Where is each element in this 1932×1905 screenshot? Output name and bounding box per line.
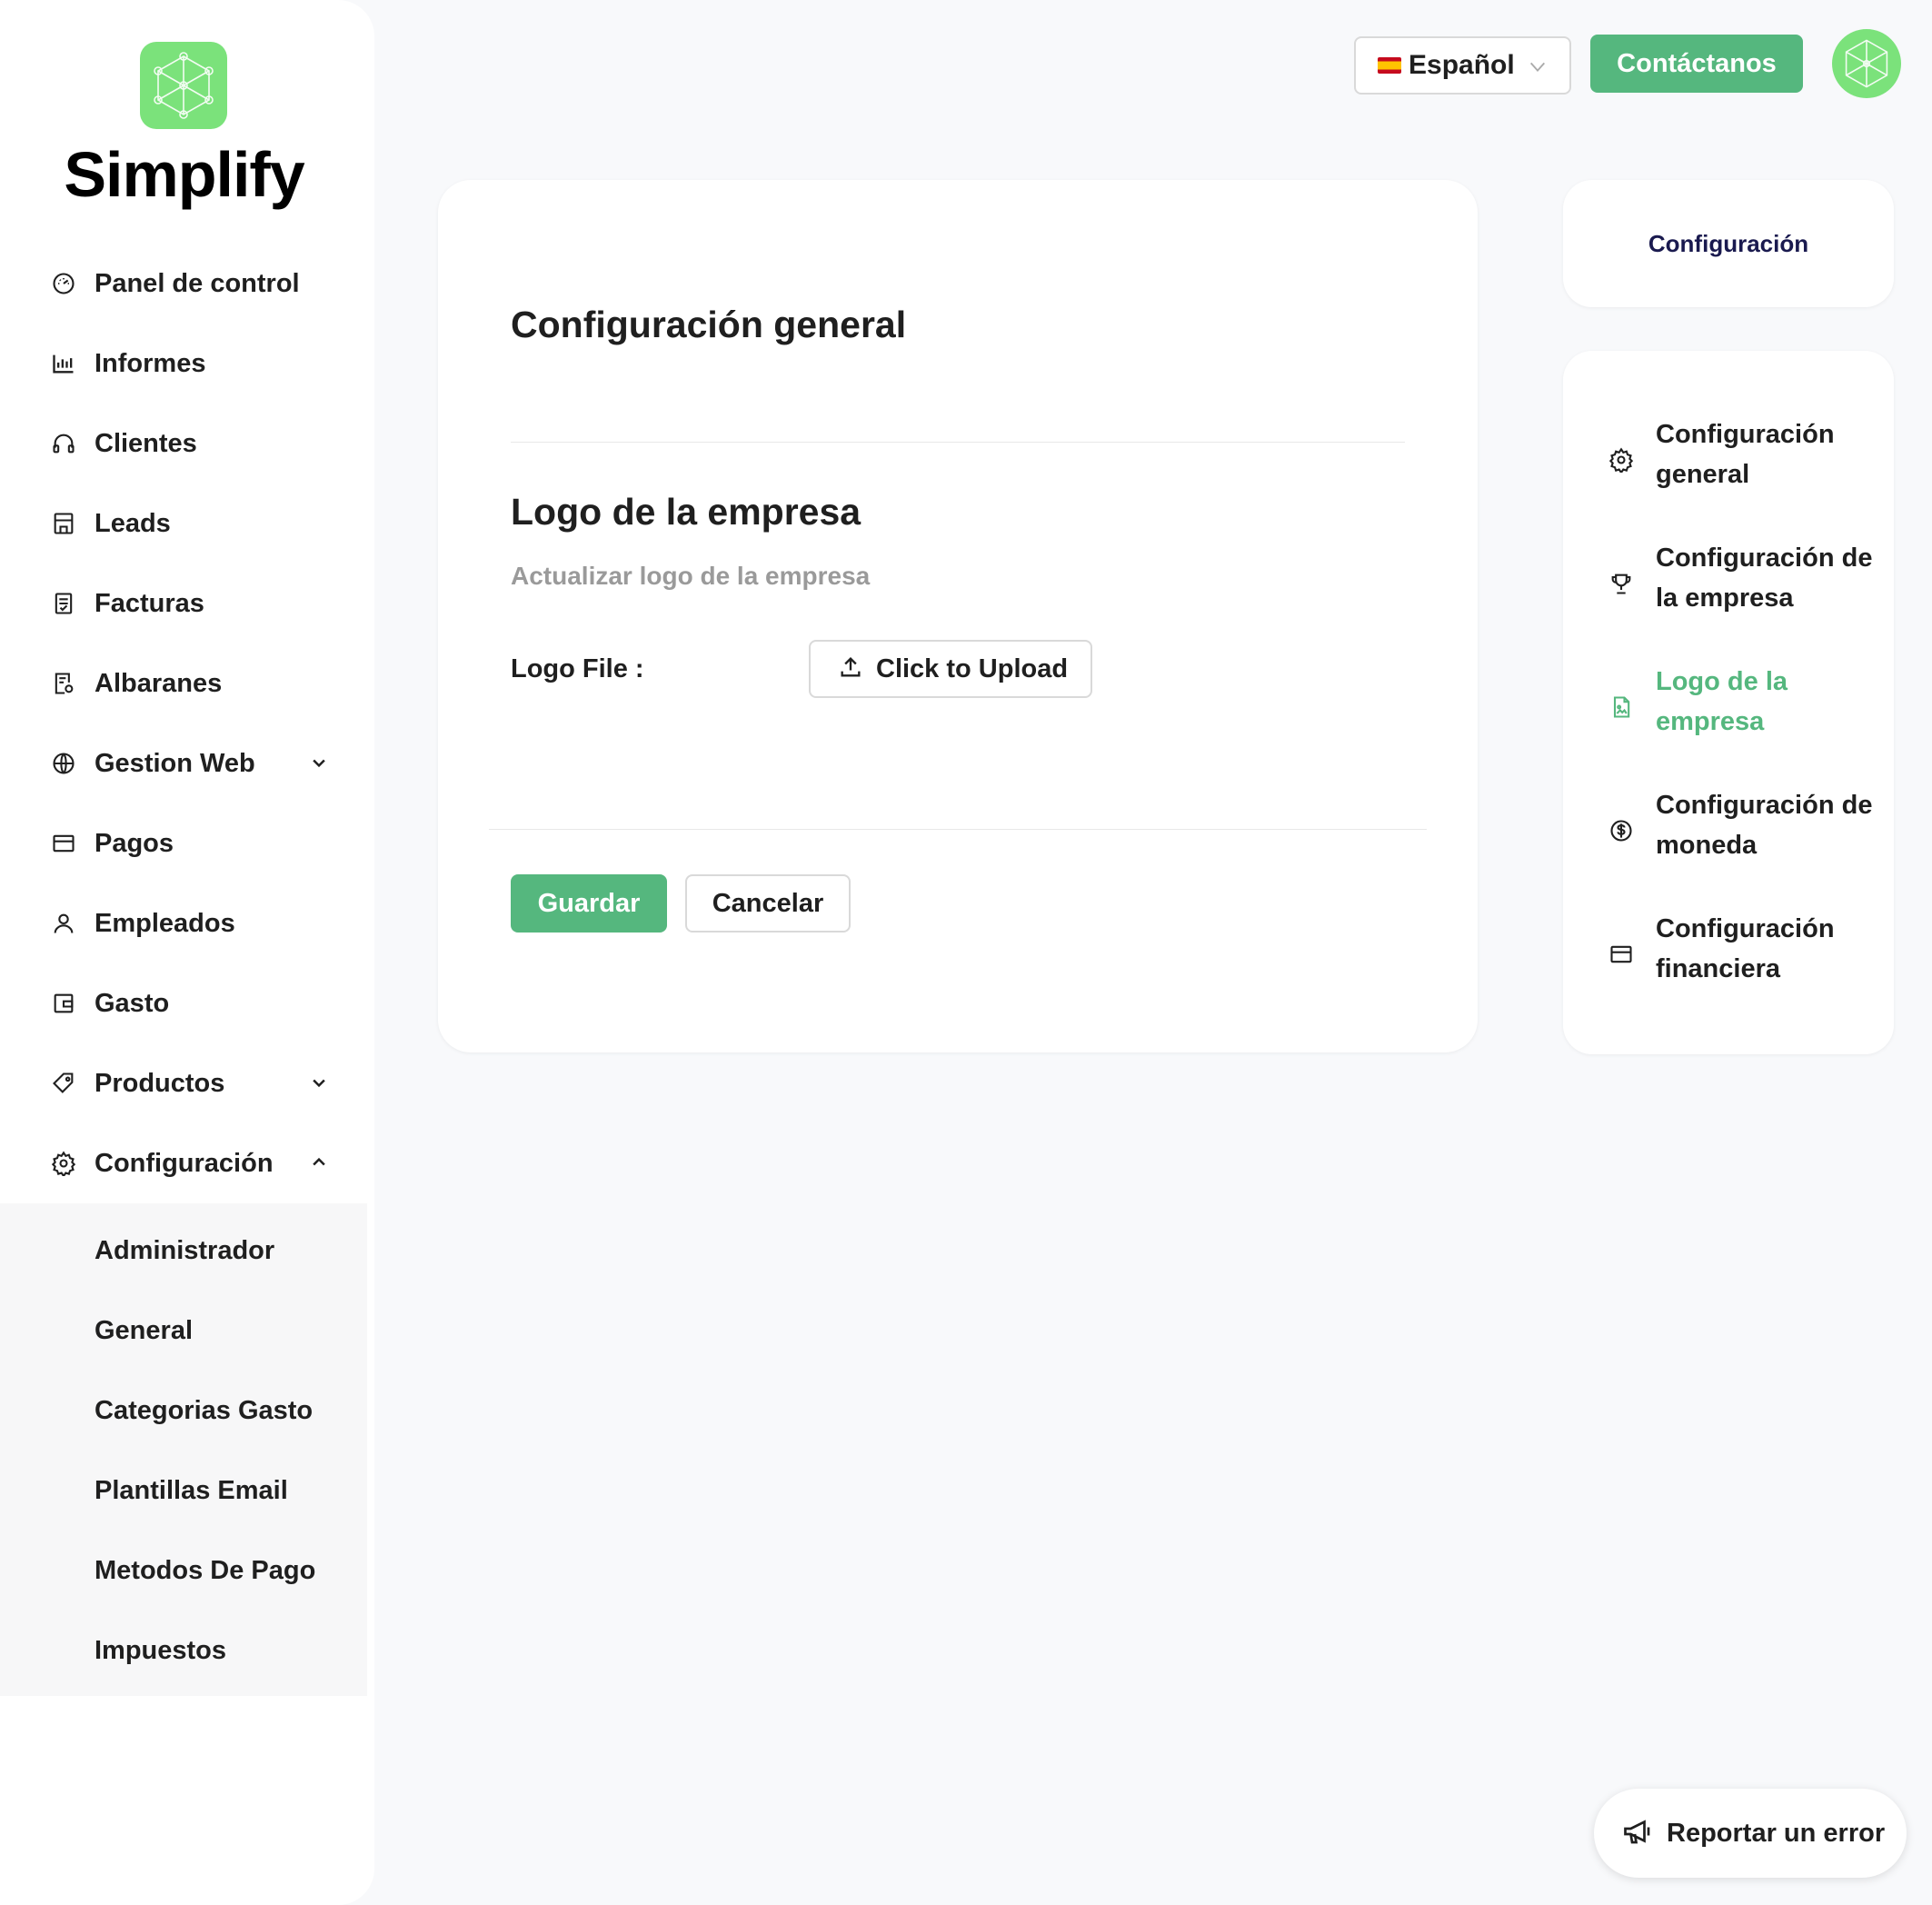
- sidebar-item-gestion-web[interactable]: Gestion Web: [0, 723, 374, 803]
- sidebar-item-label: Albaranes: [95, 668, 223, 698]
- avatar[interactable]: [1832, 29, 1901, 98]
- cube-network-icon: [1845, 39, 1888, 88]
- chevron-down-icon[interactable]: [305, 1069, 333, 1096]
- settings-panel-title: Configuración: [1648, 229, 1809, 257]
- credit-card-icon: [49, 829, 78, 858]
- divider: [489, 829, 1427, 830]
- cancel-button[interactable]: Cancelar: [685, 874, 851, 933]
- settings-menu-item-label: Configuración de moneda: [1656, 791, 1873, 860]
- wallet-icon: [49, 989, 78, 1018]
- sidebar-item-pagos[interactable]: Pagos: [0, 803, 374, 883]
- user-icon: [49, 909, 78, 938]
- language-value: Español: [1409, 50, 1515, 80]
- report-error-button[interactable]: Reportar un error: [1594, 1789, 1907, 1878]
- upload-icon: [838, 654, 863, 684]
- settings-card: Configuración general Logo de la empresa…: [438, 180, 1478, 1052]
- headphones-icon: [49, 429, 78, 458]
- sidebar-item-label: Gasto: [95, 988, 170, 1018]
- megaphone-icon: [1621, 1815, 1654, 1852]
- bar-chart-icon: [49, 349, 78, 378]
- contact-button[interactable]: Contáctanos: [1590, 35, 1803, 93]
- tag-icon: [49, 1069, 78, 1098]
- sidebar-item-facturas[interactable]: Facturas: [0, 564, 374, 643]
- sidebar-item-label: Pagos: [95, 828, 174, 858]
- settings-menu-item-moneda[interactable]: Configuración de moneda: [1563, 785, 1894, 876]
- sidebar-item-label: Empleados: [95, 908, 235, 938]
- settings-menu: Configuración general Configuración de l…: [1563, 351, 1894, 1054]
- report-error-label: Reportar un error: [1667, 1818, 1886, 1848]
- upload-button[interactable]: Click to Upload: [809, 640, 1092, 698]
- submenu-item-plantillas-email[interactable]: Plantillas Email: [0, 1451, 367, 1531]
- settings-menu-item-general[interactable]: Configuración general: [1563, 414, 1894, 505]
- delivery-note-icon: [49, 669, 78, 698]
- settings-menu-item-label: Configuración de la empresa: [1656, 544, 1873, 613]
- sidebar-item-label: Configuración: [95, 1148, 274, 1178]
- spain-flag-icon: [1378, 57, 1401, 74]
- submenu-item-general[interactable]: General: [0, 1291, 367, 1371]
- cube-network-icon: [154, 52, 214, 119]
- dashboard-icon: [49, 269, 78, 298]
- gear-icon: [1607, 445, 1636, 474]
- sidebar-item-label: Leads: [95, 508, 171, 538]
- sidebar-item-gasto[interactable]: Gasto: [0, 963, 374, 1043]
- save-button[interactable]: Guardar: [511, 874, 667, 933]
- page-title: Configuración general: [511, 304, 907, 345]
- sidebar-item-productos[interactable]: Productos: [0, 1043, 374, 1123]
- language-select[interactable]: Español: [1354, 36, 1571, 95]
- sidebar-item-panel-de-control[interactable]: Panel de control: [0, 244, 374, 324]
- chevron-down-icon: [1528, 56, 1548, 81]
- globe-icon: [49, 749, 78, 778]
- sidebar-item-label: Clientes: [95, 428, 197, 458]
- chevron-down-icon[interactable]: [305, 749, 333, 776]
- settings-menu-item-label: Configuración financiera: [1656, 914, 1835, 983]
- invoice-icon: [49, 589, 78, 618]
- settings-menu-item-logo[interactable]: Logo de la empresa: [1563, 662, 1894, 753]
- settings-panel-header: Configuración: [1563, 180, 1894, 307]
- sidebar-item-label: Panel de control: [95, 268, 300, 298]
- settings-menu-item-empresa[interactable]: Configuración de la empresa: [1563, 538, 1894, 629]
- sidebar-item-informes[interactable]: Informes: [0, 324, 374, 404]
- store-icon: [49, 509, 78, 538]
- sidebar-item-label: Facturas: [95, 588, 204, 618]
- brand-name: Simplify: [64, 139, 304, 210]
- section-title: Logo de la empresa: [511, 491, 861, 533]
- sidebar: Simplify Panel de control Informes Clien…: [0, 0, 374, 1905]
- trophy-icon: [1607, 569, 1636, 598]
- sidebar-item-albaranes[interactable]: Albaranes: [0, 643, 374, 723]
- sidebar-item-label: Gestion Web: [95, 748, 255, 778]
- configuracion-submenu: Administrador General Categorias Gasto P…: [0, 1203, 367, 1696]
- credit-card-icon: [1607, 940, 1636, 969]
- brand-logo[interactable]: [140, 42, 227, 129]
- section-subtitle: Actualizar logo de la empresa: [511, 562, 871, 590]
- submenu-item-categorias-gasto[interactable]: Categorias Gasto: [0, 1371, 367, 1451]
- sidebar-item-leads[interactable]: Leads: [0, 484, 374, 564]
- submenu-item-metodos-de-pago[interactable]: Metodos De Pago: [0, 1531, 367, 1611]
- submenu-item-administrador[interactable]: Administrador: [0, 1211, 367, 1291]
- settings-menu-item-label: Configuración general: [1656, 420, 1835, 489]
- logo-file-label: Logo File :: [511, 654, 644, 683]
- dollar-circle-icon: [1607, 816, 1636, 845]
- settings-menu-item-financiera[interactable]: Configuración financiera: [1563, 909, 1894, 1000]
- sidebar-item-empleados[interactable]: Empleados: [0, 883, 374, 963]
- submenu-item-impuestos[interactable]: Impuestos: [0, 1611, 367, 1691]
- gear-icon: [49, 1149, 78, 1178]
- sidebar-item-label: Productos: [95, 1068, 225, 1098]
- sidebar-nav: Panel de control Informes Clientes Leads…: [0, 244, 374, 1696]
- divider: [511, 442, 1405, 443]
- sidebar-item-clientes[interactable]: Clientes: [0, 404, 374, 484]
- sidebar-item-configuracion[interactable]: Configuración: [0, 1123, 374, 1203]
- sidebar-item-label: Informes: [95, 348, 206, 378]
- upload-button-label: Click to Upload: [876, 653, 1069, 683]
- image-file-icon: [1607, 693, 1636, 722]
- settings-menu-item-label: Logo de la empresa: [1656, 667, 1788, 736]
- chevron-up-icon[interactable]: [305, 1149, 333, 1176]
